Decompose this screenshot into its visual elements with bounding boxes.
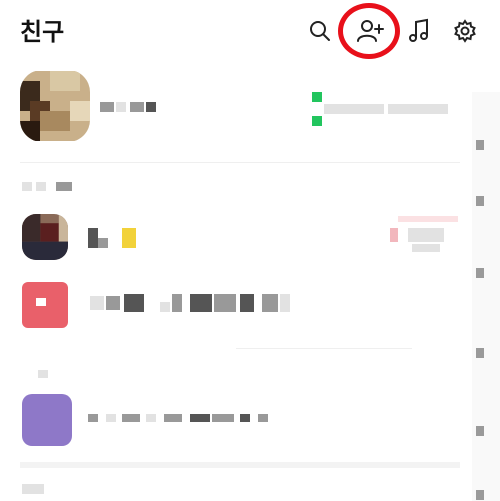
divider: [20, 162, 460, 163]
friend-name: [88, 228, 98, 248]
friend-row[interactable]: [0, 210, 462, 266]
friend-name: [90, 296, 104, 310]
friend-avatar: [22, 394, 72, 446]
section-header: [38, 370, 48, 378]
status-message: [324, 104, 384, 114]
profile-avatar: [20, 70, 90, 142]
gear-icon: [453, 19, 477, 43]
search-icon: [308, 19, 332, 43]
add-friend-button[interactable]: [355, 14, 385, 48]
section-header: [22, 484, 44, 494]
friend-avatar: [22, 214, 68, 260]
friend-badge: [122, 228, 136, 248]
friend-status: [408, 228, 444, 242]
profile-name: [100, 102, 114, 112]
settings-button[interactable]: [450, 14, 480, 48]
status-indicator: [312, 92, 322, 102]
music-button[interactable]: [404, 14, 434, 48]
music-icon: [407, 18, 431, 44]
divider: [20, 462, 460, 468]
my-profile-row[interactable]: [0, 66, 462, 152]
section-header: [22, 182, 82, 191]
divider: [236, 348, 412, 349]
friend-row[interactable]: [0, 274, 462, 336]
add-friend-icon: [356, 17, 384, 45]
app-header: 친구: [0, 0, 500, 64]
friend-avatar: [22, 282, 68, 328]
index-scrollbar[interactable]: [472, 92, 500, 501]
search-button[interactable]: [305, 14, 335, 48]
page-title: 친구: [20, 18, 65, 46]
friend-name: [88, 414, 98, 422]
friend-row[interactable]: [0, 388, 462, 452]
